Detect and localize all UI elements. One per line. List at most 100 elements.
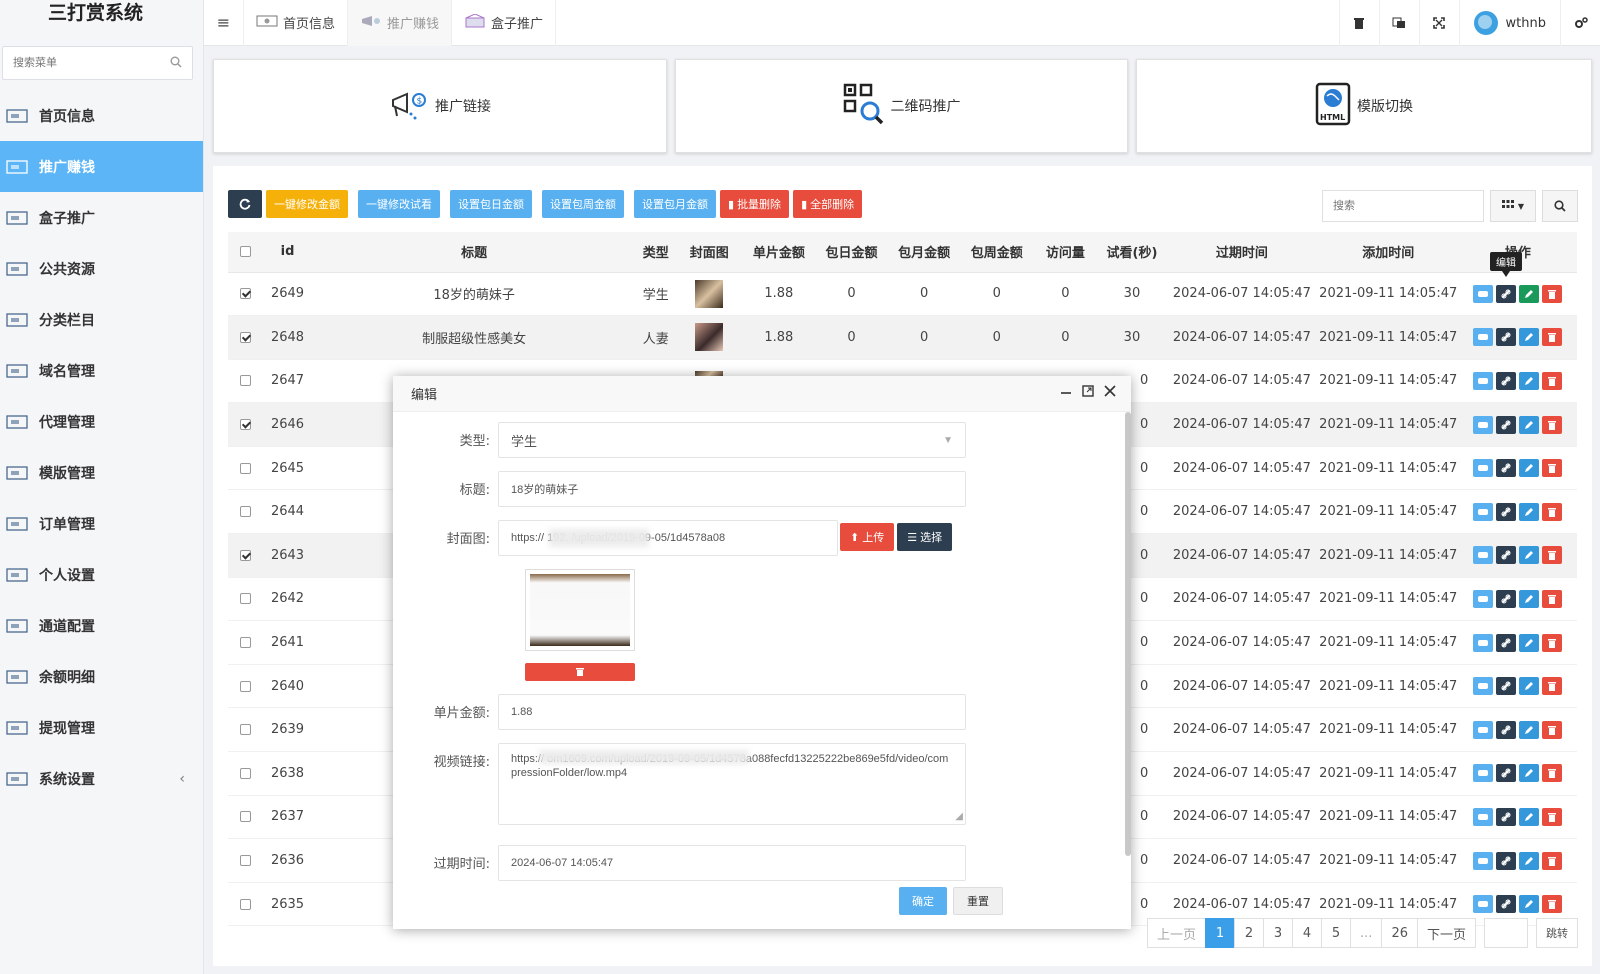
page-4[interactable]: 4 xyxy=(1292,918,1323,948)
edit-button[interactable] xyxy=(1519,328,1540,347)
edit-button[interactable] xyxy=(1519,284,1540,303)
column-header[interactable]: 过期时间 xyxy=(1166,232,1318,273)
language-icon[interactable] xyxy=(1378,0,1419,46)
delete-button[interactable] xyxy=(1542,371,1563,390)
fullscreen-icon[interactable] xyxy=(1418,0,1459,46)
column-header[interactable]: 单片金额 xyxy=(742,232,816,273)
trash-icon[interactable] xyxy=(1338,0,1379,46)
menu-search[interactable] xyxy=(2,46,193,80)
tab-box-promote[interactable]: 盒子推广 xyxy=(452,0,557,46)
delete-button[interactable] xyxy=(1542,807,1563,826)
sidebar-item-13[interactable]: 提现管理 xyxy=(0,702,203,753)
delete-all-button[interactable]: ▮ 全部删除 xyxy=(793,190,863,218)
title-input[interactable]: 18岁的萌妹子 xyxy=(498,471,966,507)
column-header[interactable]: 包日金额 xyxy=(815,232,888,273)
maximize-icon[interactable] xyxy=(1081,384,1095,402)
search-icon[interactable] xyxy=(170,56,182,72)
sidebar-item-10[interactable]: 个人设置 xyxy=(0,549,203,600)
sidebar-item-9[interactable]: 订单管理 xyxy=(0,498,203,549)
set-daily-price-button[interactable]: 设置包日金额 xyxy=(450,190,532,218)
delete-button[interactable] xyxy=(1542,720,1563,739)
view-button[interactable] xyxy=(1473,371,1494,390)
column-header[interactable]: 添加时间 xyxy=(1317,232,1459,273)
edit-button[interactable] xyxy=(1519,502,1540,521)
column-header[interactable]: 访问量 xyxy=(1033,232,1098,273)
link-button[interactable] xyxy=(1496,459,1517,478)
cover-thumbnail[interactable] xyxy=(695,323,724,352)
edit-button[interactable] xyxy=(1519,895,1540,914)
row-checkbox[interactable] xyxy=(239,637,251,649)
search-button[interactable] xyxy=(1542,190,1578,222)
column-header[interactable]: 包周金额 xyxy=(960,232,1034,273)
view-button[interactable] xyxy=(1473,284,1494,303)
view-button[interactable] xyxy=(1473,807,1494,826)
link-button[interactable] xyxy=(1496,371,1517,390)
row-checkbox[interactable] xyxy=(239,593,251,605)
delete-button[interactable] xyxy=(1542,328,1563,347)
tab-promote[interactable]: 推广赚钱 xyxy=(348,0,453,46)
sidebar-item-2[interactable]: 推广赚钱 xyxy=(0,141,203,192)
page-3[interactable]: 3 xyxy=(1263,918,1294,948)
row-checkbox[interactable] xyxy=(239,767,251,779)
link-button[interactable] xyxy=(1496,807,1517,826)
view-button[interactable] xyxy=(1473,633,1494,652)
link-button[interactable] xyxy=(1496,720,1517,739)
row-checkbox[interactable] xyxy=(239,419,251,431)
jump-page-input[interactable] xyxy=(1484,918,1528,948)
sidebar-item-1[interactable]: 首页信息 xyxy=(0,90,203,141)
column-header[interactable]: id xyxy=(262,232,313,273)
link-button[interactable] xyxy=(1496,284,1517,303)
price-input[interactable]: 1.88 xyxy=(498,694,966,730)
link-button[interactable] xyxy=(1496,415,1517,434)
column-header[interactable]: 包月金额 xyxy=(887,232,961,273)
edit-button[interactable] xyxy=(1519,371,1540,390)
delete-button[interactable] xyxy=(1542,764,1563,783)
row-checkbox[interactable] xyxy=(239,724,251,736)
row-checkbox[interactable] xyxy=(239,331,251,343)
edit-button[interactable] xyxy=(1519,677,1540,696)
delete-button[interactable] xyxy=(1542,415,1563,434)
edit-button[interactable] xyxy=(1519,546,1540,565)
delete-button[interactable] xyxy=(1542,459,1563,478)
edit-button[interactable] xyxy=(1519,807,1540,826)
edit-button[interactable] xyxy=(1519,851,1540,870)
view-button[interactable] xyxy=(1473,459,1494,478)
user-menu[interactable]: wthnb xyxy=(1458,0,1560,46)
reset-button[interactable]: 重置 xyxy=(953,887,1003,915)
view-button[interactable] xyxy=(1473,677,1494,696)
sidebar-item-6[interactable]: 域名管理 xyxy=(0,345,203,396)
page-5[interactable]: 5 xyxy=(1321,918,1352,948)
edit-button[interactable] xyxy=(1519,720,1540,739)
resize-handle-icon[interactable]: ◢ xyxy=(955,810,963,824)
view-button[interactable] xyxy=(1473,502,1494,521)
type-select[interactable]: 学生 ▼ xyxy=(498,422,966,458)
row-checkbox[interactable] xyxy=(239,288,251,300)
link-button[interactable] xyxy=(1496,677,1517,696)
prev-page-button[interactable]: 上一页 xyxy=(1147,918,1207,948)
row-checkbox[interactable] xyxy=(239,898,251,910)
upload-button[interactable]: ⬆ 上传 xyxy=(840,523,895,551)
minimize-icon[interactable] xyxy=(1059,384,1073,402)
edit-button[interactable] xyxy=(1519,633,1540,652)
column-header[interactable]: 试看(秒) xyxy=(1097,232,1167,273)
table-row[interactable]: 2649 18岁的萌妹子 学生 1.88 0 0 0 0 30 2024-06-07 14:05:… xyxy=(228,272,1577,317)
column-header[interactable]: 标题 xyxy=(312,232,636,273)
link-button[interactable] xyxy=(1496,589,1517,608)
link-button[interactable] xyxy=(1496,502,1517,521)
view-button[interactable] xyxy=(1473,895,1494,914)
delete-button[interactable] xyxy=(1542,633,1563,652)
columns-toggle[interactable]: ▼ xyxy=(1490,190,1536,222)
card-qrcode-promo[interactable]: 二维码推广 xyxy=(675,59,1128,153)
next-page-button[interactable]: 下一页 xyxy=(1416,918,1476,948)
cover-url-input[interactable]: https:// 192. /upload/2019-09-05/1d4578a… xyxy=(498,520,838,556)
row-checkbox[interactable] xyxy=(239,462,251,474)
bulk-edit-price-button[interactable]: 一键修改金额 xyxy=(266,190,348,218)
dialog-scrollbar[interactable] xyxy=(1125,412,1131,856)
sidebar-item-5[interactable]: 分类栏目 xyxy=(0,294,203,345)
bulk-edit-trial-button[interactable]: 一键修改试看 xyxy=(358,190,440,218)
view-button[interactable] xyxy=(1473,589,1494,608)
sidebar-item-3[interactable]: 盒子推广 xyxy=(0,192,203,243)
sidebar-item-12[interactable]: 余额明细 xyxy=(0,651,203,702)
view-button[interactable] xyxy=(1473,546,1494,565)
menu-search-input[interactable] xyxy=(3,47,153,79)
